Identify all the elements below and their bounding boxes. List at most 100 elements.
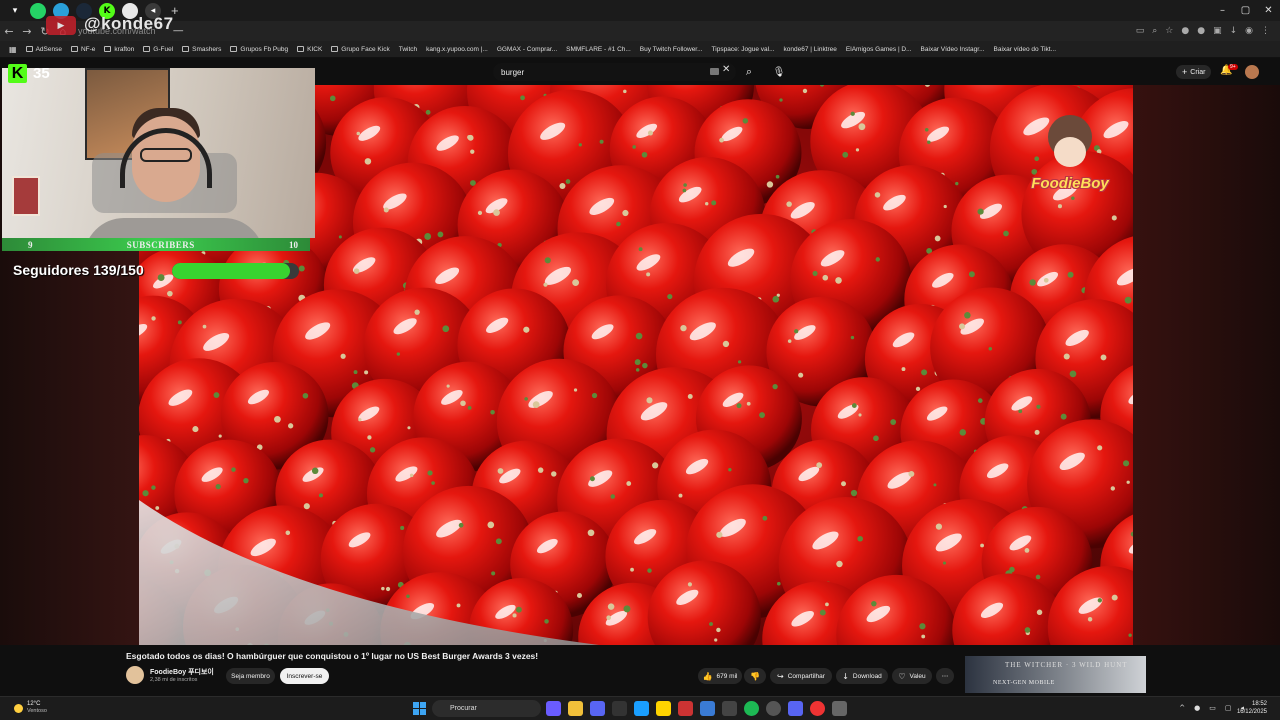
apps-icon[interactable]: ▦ [9, 45, 17, 54]
extension-icon[interactable]: ● [1197, 26, 1205, 36]
bookmark[interactable]: G-Fuel [143, 46, 173, 53]
share-button[interactable]: ↪ Compartilhar [770, 668, 832, 684]
account-avatar[interactable] [1245, 65, 1259, 79]
bookmark[interactable]: SMMFLARE - #1 Ch... [566, 46, 631, 53]
like-button[interactable]: 👍 679 mil [698, 668, 742, 684]
calculator-icon[interactable] [678, 701, 693, 716]
poster [12, 176, 40, 216]
channel-name[interactable]: FoodieBoy 푸디보이 [150, 667, 214, 677]
tab-menu-icon[interactable]: ▾ [7, 3, 23, 19]
sticky-notes-icon[interactable] [656, 701, 671, 716]
bookmark-star-icon[interactable]: ☆ [1165, 26, 1173, 36]
clock-date: 16/12/2025 [1236, 709, 1267, 715]
close-button[interactable]: ✕ [1257, 0, 1280, 21]
weather-widget[interactable]: 12°C Ventoso [14, 701, 47, 715]
kick-logo-icon: K [8, 64, 27, 83]
network-icon[interactable]: ▢ [1225, 704, 1232, 712]
forward-icon[interactable]: → [18, 25, 36, 38]
bookmark[interactable]: GGMAX - Comprar... [497, 46, 557, 53]
followers-progress-fill [172, 263, 290, 279]
extensions: ▭ ⌕ ☆ ● ● ▣ ↓ ◉ ⋮ [1136, 21, 1270, 41]
notification-badge: 9+ [1228, 64, 1238, 70]
weather-condition: Ventoso [27, 708, 47, 714]
search-button[interactable]: ⌕ [740, 63, 758, 81]
share-icon: ↪ [777, 671, 784, 681]
bookmark[interactable]: Grupos Fb Pubg [230, 46, 288, 53]
app-icon[interactable] [832, 701, 847, 716]
weather-icon [14, 703, 23, 713]
spotify-icon[interactable] [744, 701, 759, 716]
copilot-icon[interactable] [546, 701, 561, 716]
bookmark[interactable]: Twitch [399, 46, 417, 53]
search-input[interactable]: burger [493, 63, 736, 81]
obs-icon[interactable] [722, 701, 737, 716]
download-icon[interactable]: ↓ [1230, 26, 1238, 36]
ad-banner[interactable]: THE WITCHER · 3 WILD HUNT NEXT-GEN MOBIL… [965, 656, 1146, 693]
display-icon[interactable]: ▭ [1209, 704, 1216, 712]
followers-label: Seguidores 139/150 [13, 262, 144, 278]
channel-watermark: FoodieBoy [1030, 115, 1110, 205]
restore-button[interactable]: ▢ [1234, 0, 1257, 21]
extension-icon[interactable]: ● [1181, 26, 1189, 36]
more-actions-button[interactable]: ⋯ [936, 668, 954, 684]
window-controls: – ▢ ✕ [1211, 0, 1280, 21]
tray-chevron-icon[interactable]: ^ [1179, 704, 1185, 712]
file-explorer-icon[interactable] [568, 701, 583, 716]
subscribe-button[interactable]: Inscrever-se [280, 668, 329, 684]
record-icon[interactable] [766, 701, 781, 716]
subscribers-goal-bar: 9 SUBSCRIBERS 10 [2, 238, 310, 251]
create-button[interactable]: + Criar [1176, 65, 1212, 79]
address-bar: ← → ↻ ⌂ youtube.com/watch ▭ ⌕ ☆ ● ● ▣ ↓ … [0, 21, 1280, 41]
followers-progress [172, 263, 299, 279]
webcam-overlay [2, 68, 315, 238]
teams-icon[interactable] [590, 701, 605, 716]
bookmark[interactable]: Smashers [182, 46, 221, 53]
zoom-icon[interactable]: ⌕ [1152, 26, 1157, 36]
capcut-icon[interactable] [612, 701, 627, 716]
minimize-button[interactable]: – [1211, 0, 1234, 21]
subs-label: SUBSCRIBERS [126, 239, 195, 250]
bookmark[interactable]: Tipspace: Jogue val... [712, 46, 775, 53]
bookmark[interactable]: Buy Twitch Follower... [640, 46, 703, 53]
system-tray: ^ ● ▭ ▢ ◂ [1179, 704, 1244, 712]
menu-icon[interactable]: ⋮ [1261, 26, 1270, 36]
download-icon: ↓ [842, 671, 849, 681]
bookmark[interactable]: NF-e [70, 46, 95, 53]
cast-icon[interactable]: ▭ [1136, 26, 1145, 36]
bookmark[interactable]: AdSense [25, 46, 62, 53]
profile-icon[interactable]: ◉ [1245, 26, 1253, 36]
bookmark[interactable]: kang.x.yupoo.com |... [426, 46, 488, 53]
puzzle-icon[interactable]: ▣ [1213, 26, 1222, 36]
bookmark[interactable]: krafton [104, 46, 134, 53]
bookmark[interactable]: konde67 | Linktree [784, 46, 837, 53]
bookmark[interactable]: Baixar vídeo do Tikt... [994, 46, 1057, 53]
taskbar: 12°C Ventoso ⌕ Procurar ^ ● ▭ [0, 696, 1280, 720]
subs-goal: 10 [289, 239, 298, 250]
taskbar-search[interactable]: Procurar [432, 700, 541, 717]
dislike-button[interactable]: 👎 [744, 668, 766, 684]
ad-line-1: THE WITCHER · 3 WILD HUNT [1005, 661, 1128, 669]
thumbs-down-icon: 👎 [750, 671, 760, 681]
clock[interactable]: 18:52 16/12/2025 [1237, 700, 1267, 716]
channel-avatar[interactable] [126, 666, 144, 684]
thanks-button[interactable]: ♡ Valeu [892, 668, 932, 684]
download-button[interactable]: ↓ Download [836, 668, 888, 684]
back-icon[interactable]: ← [0, 25, 18, 38]
discord-icon[interactable] [788, 701, 803, 716]
bookmark[interactable]: Grupo Face Kick [331, 46, 390, 53]
bookmark[interactable]: ElAmigos Games | D... [846, 46, 912, 53]
bookmark[interactable]: KICK [297, 46, 322, 53]
chrome-icon[interactable] [810, 701, 825, 716]
steam-app-icon[interactable] [634, 701, 649, 716]
join-button[interactable]: Seja membro [226, 668, 275, 684]
keyboard-icon[interactable] [710, 68, 719, 75]
start-button[interactable] [413, 702, 426, 715]
bookmarks-bar: ▦ AdSense NF-e krafton G-Fuel Smashers G… [0, 41, 1280, 58]
bookmark[interactable]: Baixar Vídeo Instagr... [921, 46, 985, 53]
image-viewer-icon[interactable] [700, 701, 715, 716]
mic-tray-icon[interactable]: ● [1194, 704, 1200, 712]
whatsapp-icon[interactable] [30, 2, 46, 19]
mic-icon[interactable]: 🎙 [770, 63, 788, 81]
kick-viewer-count: K 35 [8, 64, 50, 83]
clear-search-icon[interactable]: ✕ [722, 64, 730, 75]
